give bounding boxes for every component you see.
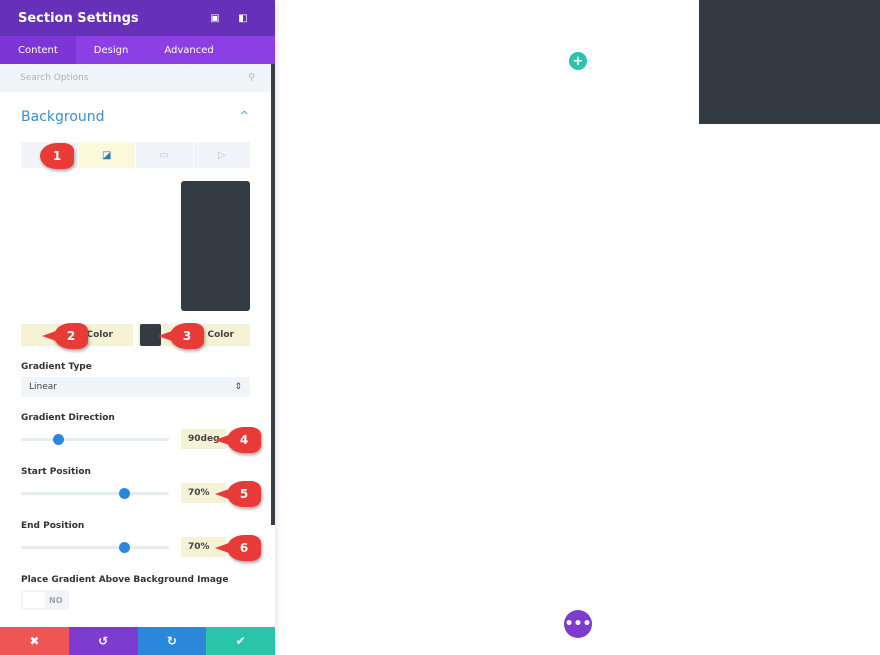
slider-handle[interactable] xyxy=(52,434,64,445)
panel-title: Section Settings xyxy=(18,10,139,26)
tabs: Content Design Advanced xyxy=(0,36,275,64)
search-placeholder: Search Options xyxy=(20,73,89,83)
save-button[interactable]: ✔ xyxy=(206,627,275,655)
section-title: Background xyxy=(21,109,105,125)
video-background-button[interactable]: ▷ xyxy=(193,142,250,168)
gradient-direction-slider[interactable] xyxy=(21,434,169,445)
tab-content[interactable]: Content xyxy=(0,36,76,64)
gradient-type-value: Linear xyxy=(29,382,57,392)
annotation-marker-6: 6 xyxy=(215,535,261,561)
place-gradient-label: Place Gradient Above Background Image xyxy=(21,575,229,585)
end-position-slider[interactable] xyxy=(21,542,169,553)
slider-handle[interactable] xyxy=(119,488,131,499)
chevron-up-icon: ^ xyxy=(239,109,249,122)
gradient-type-label: Gradient Type xyxy=(21,362,92,372)
image-icon: ▭ xyxy=(159,149,169,161)
gradient-background-button[interactable]: ◪ xyxy=(78,142,135,168)
gradient-type-select[interactable]: Linear ⇕ xyxy=(21,377,250,397)
redo-button[interactable]: ↻ xyxy=(137,627,207,655)
panel-header: Section Settings ▣ ◧ xyxy=(0,0,275,36)
search-icon: ⚲ xyxy=(248,73,255,83)
gradient-preview xyxy=(181,181,250,311)
place-gradient-toggle[interactable]: NO xyxy=(21,590,69,610)
search-input[interactable]: Search Options ⚲ xyxy=(0,64,275,92)
scrollbar[interactable] xyxy=(271,64,275,525)
annotation-marker-5: 5 xyxy=(215,481,261,507)
annotation-marker-4: 4 xyxy=(215,427,261,453)
start-position-label: Start Position xyxy=(21,467,91,477)
end-color-label: t Color xyxy=(200,330,234,340)
gradient-icon: ◪ xyxy=(102,149,112,161)
toggle-value: NO xyxy=(49,595,63,605)
video-icon: ▷ xyxy=(217,149,226,161)
undo-button[interactable]: ↺ xyxy=(68,627,138,655)
start-position-slider[interactable] xyxy=(21,488,169,499)
select-arrows-icon: ⇕ xyxy=(234,382,242,392)
panel-footer: ✖ ↺ ↻ ✔ xyxy=(0,627,275,655)
background-section-header[interactable]: Background ^ xyxy=(21,109,249,125)
sidebar-toggle-icon[interactable]: ◧ xyxy=(229,13,257,24)
more-options-button[interactable]: ••• xyxy=(564,610,592,638)
tab-design[interactable]: Design xyxy=(76,36,147,64)
gradient-direction-label: Gradient Direction xyxy=(21,413,115,423)
image-background-button[interactable]: ▭ xyxy=(136,142,193,168)
dark-section-block xyxy=(699,0,880,124)
settings-panel: Section Settings ▣ ◧ Content Design Adva… xyxy=(0,0,275,655)
end-position-label: End Position xyxy=(21,521,85,531)
slider-handle[interactable] xyxy=(119,542,131,553)
expand-icon[interactable]: ▣ xyxy=(201,13,229,24)
annotation-marker-1: 1 xyxy=(40,143,74,169)
annotation-marker-2: 2 xyxy=(42,323,88,349)
tab-advanced[interactable]: Advanced xyxy=(146,36,231,64)
add-module-button[interactable]: + xyxy=(569,52,587,70)
annotation-marker-3: 3 xyxy=(158,323,204,349)
cancel-button[interactable]: ✖ xyxy=(0,627,69,655)
